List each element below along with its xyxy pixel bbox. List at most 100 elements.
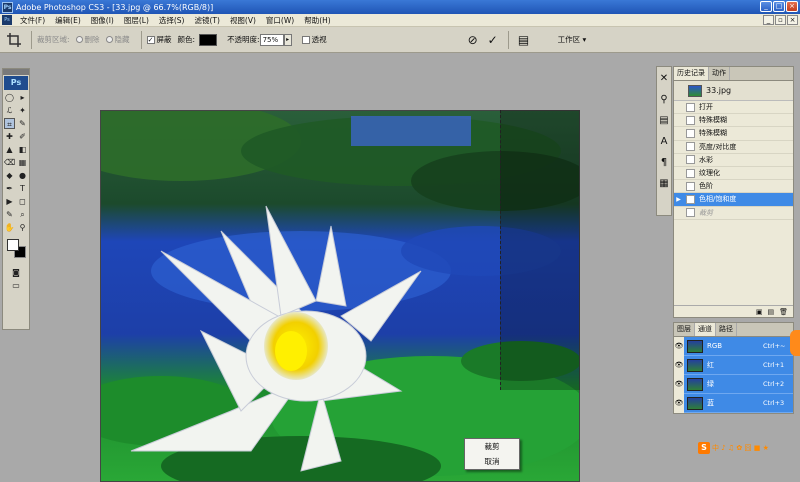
menu-select[interactable]: 选择(S) — [154, 15, 190, 26]
notes-tool-icon[interactable]: ⌕ — [17, 209, 28, 220]
opacity-dropdown-button[interactable]: ▸ — [283, 33, 292, 46]
visibility-eye-icon[interactable]: 👁 — [674, 374, 684, 394]
menu-file[interactable]: 文件(F) — [15, 15, 50, 26]
document-icon[interactable]: Ps — [2, 15, 12, 25]
brushes-icon[interactable]: ⚲ — [658, 91, 670, 109]
zoom-tool-icon[interactable]: ⚲ — [17, 222, 28, 233]
menu-image[interactable]: 图像(I) — [86, 15, 119, 26]
path-select-tool-icon[interactable]: ▶ — [4, 196, 15, 207]
quick-mask-icon[interactable]: ◙ — [11, 267, 22, 278]
palette-well-icon[interactable]: ▤ — [517, 33, 531, 47]
shape-tool-icon[interactable]: ◻ — [17, 196, 28, 207]
channel-row[interactable]: 👁 RGB Ctrl+~ — [674, 336, 793, 356]
doc-minimize-button[interactable]: _ — [763, 15, 774, 25]
tab-actions[interactable]: 动作 — [709, 67, 730, 80]
channel-shortcut: Ctrl+2 — [763, 380, 785, 388]
maximize-button[interactable]: □ — [773, 1, 785, 12]
shield-option[interactable]: ✓ 屏蔽 — [146, 34, 172, 45]
paragraph-icon[interactable]: ¶ — [658, 154, 670, 172]
crop-tool-icon[interactable] — [6, 32, 22, 48]
hide-option[interactable]: 隐藏 — [105, 34, 130, 45]
history-item[interactable]: 打开 — [674, 101, 793, 115]
visibility-eye-icon[interactable]: 👁 — [674, 336, 684, 356]
history-item[interactable]: 水彩 — [674, 154, 793, 167]
history-item[interactable]: 色阶 — [674, 180, 793, 194]
history-item-undone[interactable]: 裁剪 — [674, 207, 793, 220]
magic-wand-tool-icon[interactable]: ✦ — [17, 105, 28, 116]
lasso-tool-icon[interactable]: ℒ — [4, 105, 15, 116]
tab-history[interactable]: 历史记录 — [674, 67, 709, 80]
new-document-icon[interactable]: ▣ — [756, 308, 763, 316]
hide-radio[interactable] — [105, 36, 113, 43]
delete-option[interactable]: 删除 — [75, 34, 100, 45]
slice-tool-icon[interactable]: ✎ — [17, 118, 28, 129]
crop-tool-icon[interactable]: ⌗ — [4, 118, 15, 129]
toolbox-grip[interactable] — [3, 69, 29, 75]
workspace-menu[interactable]: 工作区 ▾ — [558, 34, 587, 45]
cancel-crop-icon[interactable]: ⊘ — [466, 33, 480, 47]
marquee-tool-icon[interactable]: ◯ — [4, 92, 15, 103]
menu-edit[interactable]: 编辑(E) — [50, 15, 86, 26]
eraser-tool-icon[interactable]: ⌫ — [4, 157, 15, 168]
pen-tool-icon[interactable]: ✒ — [4, 183, 15, 194]
opacity-label: 不透明度: — [227, 35, 260, 44]
visibility-eye-icon[interactable]: 👁 — [674, 355, 684, 375]
clone-stamp-tool-icon[interactable]: ▲ — [4, 144, 15, 155]
channel-row[interactable]: 👁 蓝 Ctrl+3 — [674, 393, 793, 413]
tab-channels[interactable]: 通道 — [695, 323, 716, 336]
menu-help[interactable]: 帮助(H) — [299, 15, 336, 26]
hand-tool-icon[interactable]: ✋ — [4, 222, 15, 233]
channels-panel: 图层 通道 路径 👁 RGB Ctrl+~ 👁 红 Ctrl+1 👁 绿 Ctrl+2 👁 蓝… — [673, 322, 794, 414]
channel-shortcut: Ctrl+3 — [763, 399, 785, 407]
screen-mode-icon[interactable]: ▭ — [11, 280, 22, 291]
side-float-tab[interactable] — [790, 330, 800, 356]
delete-radio[interactable] — [75, 36, 83, 43]
history-item[interactable]: 特殊模糊 — [674, 127, 793, 141]
context-menu-cancel[interactable]: 取消 — [465, 455, 519, 469]
opacity-input[interactable]: 75% — [259, 33, 284, 46]
gradient-tool-icon[interactable]: ▦ — [17, 157, 28, 168]
menu-layer[interactable]: 图层(L) — [119, 15, 154, 26]
type-tool-icon[interactable]: T — [17, 183, 28, 194]
menu-view[interactable]: 视图(V) — [225, 15, 261, 26]
doc-close-button[interactable]: × — [787, 15, 798, 25]
navigator-icon[interactable]: ✕ — [658, 70, 670, 88]
new-snapshot-icon[interactable]: ▤ — [767, 308, 774, 316]
eyedropper-tool-icon[interactable]: ✎ — [4, 209, 15, 220]
layer-comps-icon[interactable]: ▦ — [658, 175, 670, 193]
dodge-tool-icon[interactable]: ● — [17, 170, 28, 181]
shield-checkbox[interactable]: ✓ — [146, 35, 155, 44]
clone-source-icon[interactable]: ▤ — [658, 112, 670, 130]
blur-tool-icon[interactable]: ◆ — [4, 170, 15, 181]
move-tool-icon[interactable]: ▸ — [17, 92, 28, 103]
perspective-option[interactable]: 透视 — [301, 34, 327, 45]
close-button[interactable]: × — [786, 1, 798, 12]
minimize-button[interactable]: _ — [760, 1, 772, 12]
history-item[interactable]: 亮度/对比度 — [674, 141, 793, 154]
healing-brush-tool-icon[interactable]: ✚ — [4, 131, 15, 142]
history-item[interactable]: 特殊模糊 — [674, 114, 793, 128]
character-icon[interactable]: A — [658, 133, 670, 151]
history-item-selected[interactable]: ▶ 色相/饱和度 — [674, 193, 793, 207]
visibility-eye-icon[interactable]: 👁 — [674, 393, 684, 413]
commit-crop-icon[interactable]: ✓ — [486, 33, 500, 47]
context-menu-crop[interactable]: 裁剪 — [465, 440, 519, 454]
menu-window[interactable]: 窗口(W) — [261, 15, 299, 26]
perspective-checkbox[interactable] — [301, 35, 310, 44]
tab-paths[interactable]: 路径 — [716, 323, 737, 336]
cropped-area-option: 裁剪区域: — [37, 34, 70, 45]
history-item[interactable]: 纹理化 — [674, 167, 793, 181]
history-brush-tool-icon[interactable]: ◧ — [17, 144, 28, 155]
menu-filter[interactable]: 滤镜(T) — [190, 15, 225, 26]
channel-row[interactable]: 👁 红 Ctrl+1 — [674, 355, 793, 375]
tab-layers[interactable]: 图层 — [674, 323, 695, 336]
history-snapshot[interactable]: 33.jpg — [674, 81, 793, 101]
doc-restore-button[interactable]: ▫ — [775, 15, 786, 25]
foreground-color-swatch[interactable] — [7, 239, 19, 251]
trash-icon[interactable]: 🗑 — [779, 308, 788, 316]
ps-badge[interactable]: Ps — [4, 76, 28, 90]
brush-tool-icon[interactable]: ✐ — [17, 131, 28, 142]
shield-color-swatch[interactable] — [199, 33, 218, 46]
channel-row[interactable]: 👁 绿 Ctrl+2 — [674, 374, 793, 394]
channel-name: 绿 — [707, 380, 714, 388]
